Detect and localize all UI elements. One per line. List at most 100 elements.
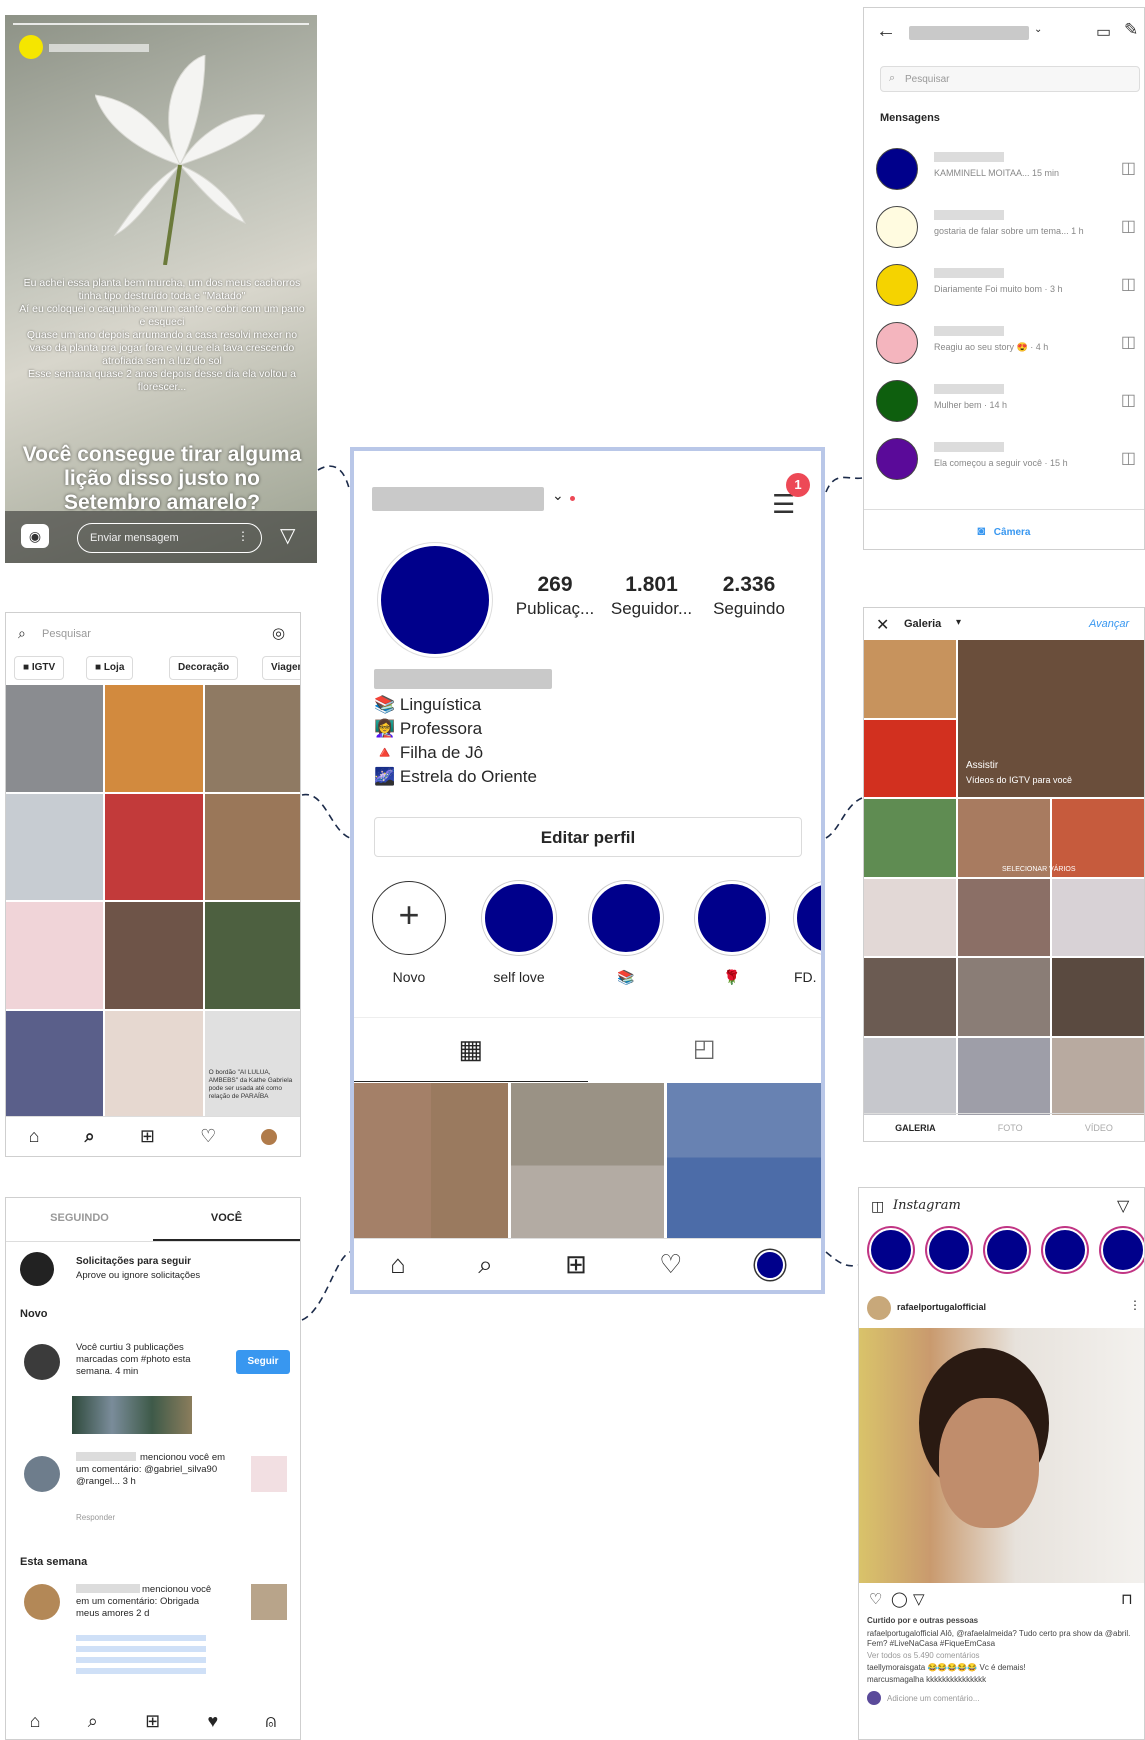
highlight[interactable]: FD. [784,881,821,985]
explore-post[interactable] [105,793,203,900]
camera-icon[interactable]: ◫ [871,1198,884,1215]
gallery-item[interactable] [864,878,956,956]
camera-icon[interactable]: ◫ [1121,448,1136,468]
profile-avatar-icon[interactable] [261,1128,278,1145]
camera-icon[interactable]: ◫ [1121,216,1136,236]
explore-post[interactable]: O bordão "AI LULUA, AMBEBS" da Kathe Gab… [204,1010,300,1117]
explore-post[interactable] [6,1010,104,1117]
add-comment-input[interactable]: Adicione um comentário... [887,1694,1087,1704]
gallery-item[interactable] [864,1037,956,1115]
post-thumbnail[interactable] [251,1584,287,1620]
thread-row[interactable]: Mulher bem · 14 h ◫ [876,378,1136,428]
posts-count[interactable]: 269 Publicaç... [510,573,600,619]
profile-icon[interactable]: ⍝ [266,1711,277,1732]
gallery-item[interactable] [1052,878,1144,956]
tab-photo[interactable]: FOTO [998,1123,1023,1133]
heart-icon[interactable]: ♡ [869,1590,882,1608]
post-thumbnail[interactable] [251,1456,287,1492]
back-arrow-icon[interactable]: ← [876,20,896,43]
close-icon[interactable]: ✕ [876,615,889,635]
chip-decor[interactable]: Decoração [169,656,239,680]
share-icon[interactable]: ▽ [913,1590,925,1608]
heart-icon[interactable]: ♡ [659,1249,682,1280]
camera-icon[interactable]: ◫ [1121,332,1136,352]
heart-icon[interactable]: ♡ [200,1126,216,1147]
gallery-item[interactable] [1052,1037,1144,1115]
explore-post[interactable] [204,902,300,1009]
chevron-down-icon[interactable]: ⌄ [1034,24,1042,35]
gallery-item[interactable] [864,799,956,877]
gallery-title[interactable]: Galeria [904,618,941,630]
gallery-item[interactable] [958,958,1050,1036]
gallery-item[interactable] [1052,958,1144,1036]
following-count[interactable]: 2.336 Seguindo [704,573,794,619]
edit-profile-button[interactable]: Editar perfil [374,817,802,857]
heart-filled-icon[interactable]: ♥ [208,1711,219,1732]
comment-icon[interactable]: ◯ [891,1590,908,1608]
search-input[interactable]: Pesquisar [42,628,91,640]
followers-count[interactable]: 1.801 Seguidor... [604,573,699,619]
post-photo[interactable] [859,1328,1144,1583]
explore-post[interactable] [6,685,104,792]
scan-icon[interactable]: ◎ [272,624,285,642]
post-thumbnail[interactable] [510,1083,665,1248]
add-post-icon[interactable]: ⊞ [145,1711,160,1732]
explore-post[interactable] [105,1010,203,1117]
post-avatar[interactable] [867,1296,891,1320]
story-avatar[interactable] [927,1228,971,1272]
message-input[interactable]: Enviar mensagem [77,523,262,553]
chevron-down-icon[interactable]: ▾ [956,617,961,628]
video-call-icon[interactable]: ▭ [1096,22,1111,42]
post-username[interactable]: rafaelportugalofficial [897,1302,986,1312]
tab-gallery[interactable]: GALERIA [895,1123,936,1133]
chip-travel[interactable]: Viagem [262,656,300,680]
camera-icon[interactable]: ◉ [21,524,49,548]
camera-button[interactable]: ◙ Câmera [864,509,1144,549]
add-post-icon[interactable]: ⊞ [140,1126,155,1147]
thread-row[interactable]: Diariamente Foi muito bom · 3 h ◫ [876,262,1136,312]
gallery-item[interactable] [864,958,956,1036]
thread-row[interactable]: Ela começou a seguir você · 15 h ◫ [876,436,1136,486]
home-icon[interactable]: ⌂ [29,1126,40,1147]
tab-following[interactable]: SEGUINDO [6,1198,153,1241]
thread-row[interactable]: Reagiu ao seu story 😍 · 4 h ◫ [876,320,1136,370]
tab-you[interactable]: VOCÊ [153,1198,300,1241]
chip-shop[interactable]: ■ Loja [86,656,134,680]
search-icon[interactable]: ⌕ [85,1126,95,1147]
story-avatar[interactable] [985,1228,1029,1272]
profile-avatar-icon[interactable] [754,1249,785,1280]
gallery-item[interactable] [958,1037,1050,1115]
send-icon[interactable]: ▽ [280,523,295,548]
search-input[interactable]: ⌕ Pesquisar [880,66,1140,92]
igtv-tile[interactable]: Assistir Vídeos do IGTV para você [958,640,1144,797]
camera-icon[interactable]: ◫ [1121,390,1136,410]
camera-icon[interactable]: ◫ [1121,274,1136,294]
post-thumbnail[interactable] [354,1083,508,1248]
chevron-down-icon[interactable]: ⌄ [552,487,564,504]
gallery-item[interactable]: SELECIONAR VÁRIOS [1002,799,1144,877]
thread-row[interactable]: gostaria de falar sobre um tema... 1 h ◫ [876,204,1136,254]
explore-post[interactable] [204,793,300,900]
likes-text[interactable]: Curtido por e outras pessoas [867,1616,1137,1626]
home-icon[interactable]: ⌂ [30,1711,41,1732]
profile-avatar[interactable] [378,543,492,657]
story-avatar[interactable] [1043,1228,1087,1272]
story-avatar[interactable] [19,35,43,59]
highlight[interactable]: self love [479,881,559,985]
requests-title[interactable]: Solicitações para seguir [76,1256,191,1267]
explore-post[interactable] [204,685,300,792]
highlight[interactable]: 🌹 [692,881,772,986]
post-thumbnail[interactable] [667,1083,821,1248]
search-icon[interactable]: ⌕ [88,1711,98,1732]
thread-row[interactable]: KAMMINELL MOITAA... 15 min ◫ [876,146,1136,196]
tagged-icon[interactable]: ◰ [588,1018,822,1082]
explore-post[interactable] [6,902,104,1009]
story-avatar[interactable] [1101,1228,1144,1272]
story-avatar[interactable] [869,1228,913,1272]
highlight[interactable]: 📚 [586,881,666,986]
select-multiple[interactable]: SELECIONAR VÁRIOS [1002,866,1076,873]
explore-post[interactable] [105,902,203,1009]
compose-icon[interactable]: ✎ [1124,20,1138,40]
gallery-item[interactable] [864,719,956,797]
gallery-item[interactable] [958,878,1050,956]
